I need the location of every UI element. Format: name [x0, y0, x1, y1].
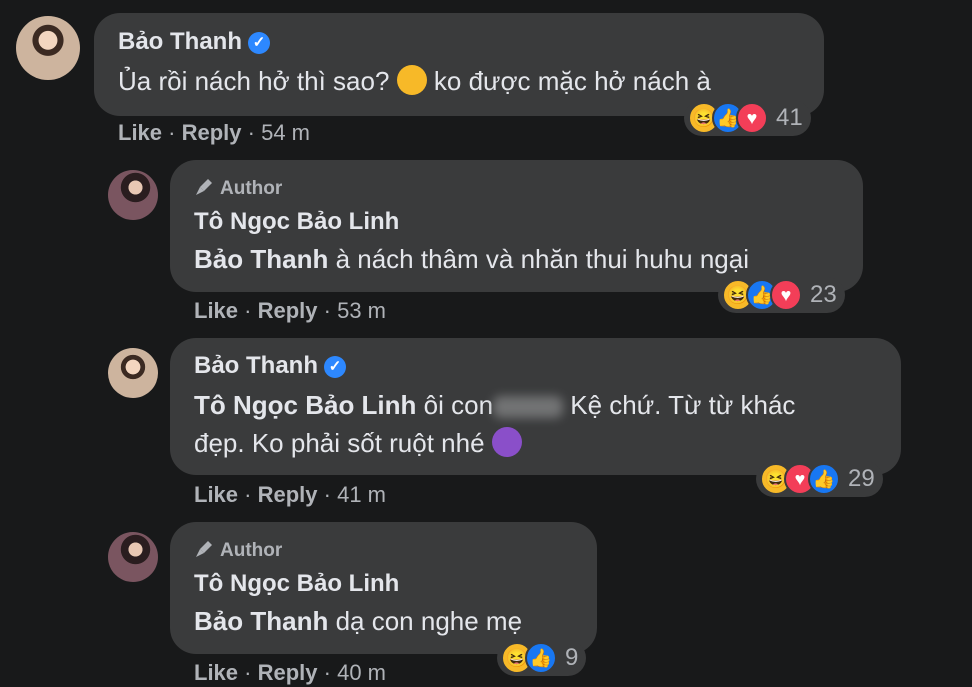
- reactions-summary[interactable]: 😆 👍 ♥ 41: [684, 100, 811, 136]
- avatar[interactable]: [108, 348, 158, 398]
- avatar[interactable]: [108, 532, 158, 582]
- microphone-icon: [196, 541, 212, 557]
- like-reaction-icon: 👍: [525, 642, 557, 674]
- love-reaction-icon: ♥: [770, 279, 802, 311]
- comment-text-line-2: đẹp. Ko phải sốt ruột nhé: [194, 424, 522, 462]
- reaction-count: 29: [848, 465, 875, 492]
- mentioned-user[interactable]: Tô Ngọc Bảo Linh: [194, 390, 416, 420]
- reaction-count: 41: [776, 104, 803, 131]
- like-link[interactable]: Like: [118, 120, 162, 145]
- reply-link[interactable]: Reply: [258, 298, 318, 323]
- avatar[interactable]: [108, 170, 158, 220]
- comment-text: Bảo Thanh dạ con nghe mẹ: [194, 606, 523, 636]
- reaction-count: 9: [565, 644, 579, 671]
- comment-actions: Like · Reply · 40 m: [194, 660, 386, 685]
- verified-badge-icon: ✓: [324, 356, 346, 378]
- timestamp[interactable]: 40 m: [337, 660, 386, 685]
- commenter-name-text[interactable]: Bảo Thanh: [118, 28, 242, 55]
- mentioned-user[interactable]: Bảo Thanh: [194, 244, 328, 274]
- comment-text: Bảo Thanh à nách thâm và nhăn thui huhu …: [194, 244, 750, 274]
- like-link[interactable]: Like: [194, 482, 238, 507]
- reaction-count: 23: [810, 281, 837, 308]
- like-reaction-icon: 👍: [808, 463, 840, 495]
- comment-text: Ủa rồi nách hở thì sao? ko được mặc hở n…: [118, 65, 711, 96]
- reactions-summary[interactable]: 😆 👍 9: [497, 640, 587, 676]
- verified-badge-icon: ✓: [248, 32, 270, 54]
- reactions-summary[interactable]: 😆 ♥ 👍 29: [756, 461, 883, 497]
- mentioned-user[interactable]: Bảo Thanh: [194, 606, 328, 636]
- timestamp[interactable]: 54 m: [261, 120, 310, 145]
- comment-actions: Like · Reply · 41 m: [194, 482, 386, 507]
- reply-link[interactable]: Reply: [258, 660, 318, 685]
- commenter-name[interactable]: Tô Ngọc Bảo Linh: [194, 208, 399, 236]
- blurred-text: [493, 396, 564, 419]
- comment-text: Tô Ngọc Bảo Linh ôi con Kệ chứ. Từ từ kh…: [194, 390, 796, 420]
- comment-actions: Like · Reply · 54 m: [118, 120, 310, 145]
- reactions-summary[interactable]: 😆 👍 ♥ 23: [718, 277, 845, 313]
- devil-emoji-icon: [491, 427, 522, 457]
- reply-link[interactable]: Reply: [182, 120, 242, 145]
- smirk-emoji-icon: [396, 65, 427, 95]
- like-link[interactable]: Like: [194, 660, 238, 685]
- commenter-name[interactable]: Bảo Thanh ✓: [194, 352, 346, 380]
- author-badge: Author: [194, 177, 282, 200]
- commenter-name[interactable]: Tô Ngọc Bảo Linh: [194, 570, 399, 598]
- love-reaction-icon: ♥: [736, 102, 768, 134]
- commenter-name-text[interactable]: Bảo Thanh: [194, 352, 318, 379]
- author-badge: Author: [194, 539, 282, 562]
- like-link[interactable]: Like: [194, 298, 238, 323]
- commenter-name[interactable]: Bảo Thanh ✓: [118, 28, 270, 56]
- comment-actions: Like · Reply · 53 m: [194, 298, 386, 323]
- reply-link[interactable]: Reply: [258, 482, 318, 507]
- microphone-icon: [196, 179, 212, 195]
- timestamp[interactable]: 53 m: [337, 298, 386, 323]
- timestamp[interactable]: 41 m: [337, 482, 386, 507]
- avatar[interactable]: [16, 16, 80, 80]
